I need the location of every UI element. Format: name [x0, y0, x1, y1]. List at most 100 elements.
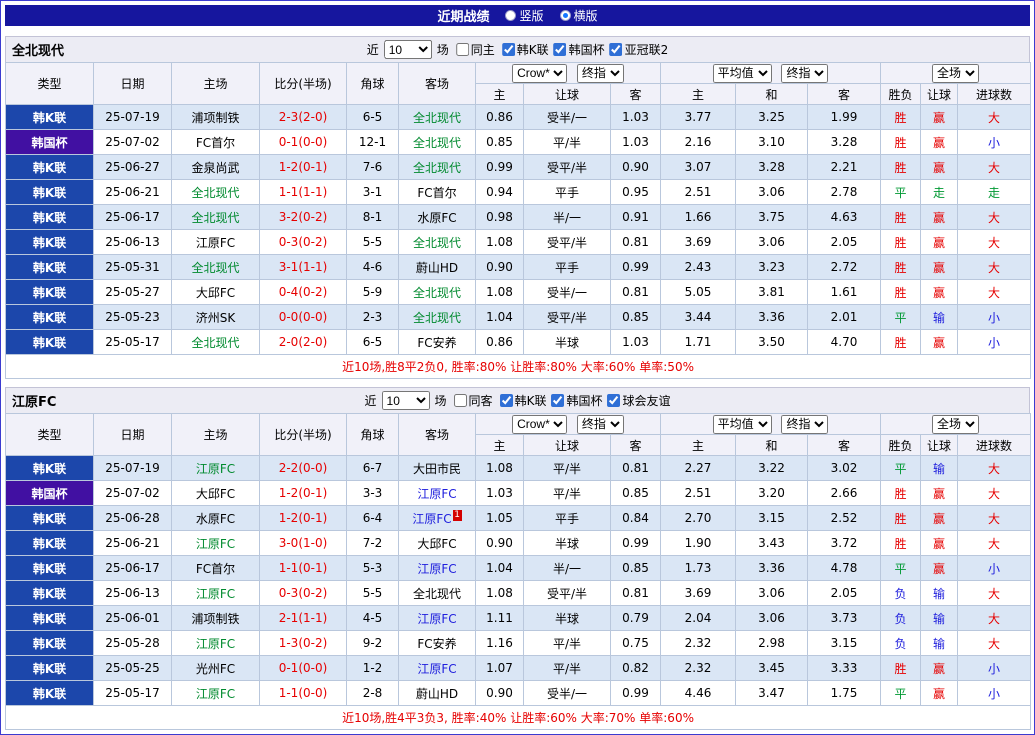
- goals-result-cell: 大: [958, 230, 1031, 255]
- europe-draw-cell: 3.43: [736, 531, 808, 556]
- team-name: 全北现代: [191, 186, 239, 200]
- europe-draw-cell: 3.20: [736, 481, 808, 506]
- league-checkbox-input[interactable]: [607, 394, 620, 407]
- away-team-cell: FC安养: [399, 631, 476, 656]
- league-filter-checkbox[interactable]: 韩国杯: [551, 392, 602, 409]
- away-team-cell: 江原FC: [399, 606, 476, 631]
- away-team-cell: 全北现代: [399, 305, 476, 330]
- same-venue-checkbox-input[interactable]: [456, 43, 469, 56]
- handicap-result-cell: 赢: [921, 255, 958, 280]
- games-count-select[interactable]: 10: [384, 40, 432, 59]
- league-filter-checkbox[interactable]: 亚冠联2: [610, 41, 669, 58]
- col-away: 客场: [399, 414, 476, 456]
- europe-home-cell: 1.66: [661, 205, 736, 230]
- europe-company-select[interactable]: 平均值: [713, 415, 772, 434]
- europe-away-cell: 2.21: [808, 155, 881, 180]
- home-team-cell: 江原FC: [172, 681, 260, 706]
- col-eu-draw: 和: [736, 435, 808, 456]
- odds-company-select[interactable]: Crow*: [512, 64, 567, 83]
- col-home: 主场: [172, 414, 260, 456]
- match-row: 韩K联25-06-21全北现代1-1(1-1)3-1FC首尔0.94平手0.95…: [6, 180, 1031, 205]
- handicap-cell: 受半/一: [524, 105, 611, 130]
- league-checkbox-input[interactable]: [502, 43, 515, 56]
- home-team-cell: 全北现代: [172, 255, 260, 280]
- match-row: 韩K联25-05-31全北现代3-1(1-1)4-6蔚山HD0.90平手0.99…: [6, 255, 1031, 280]
- handicap-cell: 受平/半: [524, 155, 611, 180]
- same-venue-checkbox[interactable]: 同主: [456, 41, 495, 58]
- asian-away-odds-cell: 0.84: [611, 506, 661, 531]
- same-venue-checkbox[interactable]: 同客: [454, 392, 493, 409]
- league-checkbox-input[interactable]: [610, 43, 623, 56]
- match-row: 韩K联25-05-28江原FC1-3(0-2)9-2FC安养1.16平/半0.7…: [6, 631, 1031, 656]
- col-odds-away: 客: [611, 84, 661, 105]
- league-filter-checkbox[interactable]: 韩K联: [500, 392, 547, 409]
- league-type-cell: 韩K联: [6, 155, 94, 180]
- league-label: 韩K联: [515, 392, 547, 409]
- games-suffix-label: 场: [437, 41, 449, 58]
- league-checkbox-input[interactable]: [554, 43, 567, 56]
- league-checkbox-input[interactable]: [551, 394, 564, 407]
- handicap-cell: 半球: [524, 531, 611, 556]
- corner-cell: 7-6: [347, 155, 399, 180]
- wdl-cell: 胜: [881, 280, 921, 305]
- goals-result-cell: 大: [958, 606, 1031, 631]
- corner-cell: 2-3: [347, 305, 399, 330]
- handicap-result-cell: 赢: [921, 556, 958, 581]
- home-team-cell: FC首尔: [172, 556, 260, 581]
- league-type-cell: 韩K联: [6, 230, 94, 255]
- corner-cell: 5-3: [347, 556, 399, 581]
- handicap-result-cell: 赢: [921, 656, 958, 681]
- wdl-cell: 胜: [881, 105, 921, 130]
- league-label: 韩国杯: [566, 392, 602, 409]
- league-checkbox-input[interactable]: [500, 394, 513, 407]
- date-cell: 25-06-28: [94, 506, 172, 531]
- europe-company-select[interactable]: 平均值: [713, 64, 772, 83]
- odds-index-select[interactable]: 终指: [577, 64, 624, 83]
- league-filter-checkbox[interactable]: 韩国杯: [554, 41, 605, 58]
- result-scope-select[interactable]: 全场: [932, 64, 979, 83]
- section-header: 全北现代 近 10 场 同主 韩K联韩国杯亚冠联2: [5, 36, 1030, 62]
- europe-home-cell: 2.32: [661, 656, 736, 681]
- corner-cell: 6-5: [347, 330, 399, 355]
- col-odds-handicap: 让球: [524, 84, 611, 105]
- home-team-cell: 光州FC: [172, 656, 260, 681]
- league-filter-checkbox[interactable]: 球会友谊: [607, 392, 670, 409]
- goals-result-cell: 大: [958, 581, 1031, 606]
- match-row: 韩K联25-06-21江原FC3-0(1-0)7-2大邱FC0.90半球0.99…: [6, 531, 1031, 556]
- europe-index-select[interactable]: 终指: [781, 415, 828, 434]
- result-scope-select[interactable]: 全场: [932, 415, 979, 434]
- date-cell: 25-06-13: [94, 230, 172, 255]
- score-cell: 3-2(0-2): [260, 205, 347, 230]
- header-group-row: 类型 日期 主场 比分(半场) 角球 客场 Crow* 终指 平均值 终指: [6, 63, 1031, 84]
- col-eu-away: 客: [808, 84, 881, 105]
- corner-cell: 6-4: [347, 506, 399, 531]
- asian-home-odds-cell: 1.11: [476, 606, 524, 631]
- handicap-cell: 平/半: [524, 656, 611, 681]
- radio-unselected-icon: [505, 10, 516, 21]
- europe-away-cell: 2.01: [808, 305, 881, 330]
- odds-index-select[interactable]: 终指: [577, 415, 624, 434]
- asian-away-odds-cell: 0.81: [611, 230, 661, 255]
- handicap-cell: 受平/半: [524, 230, 611, 255]
- same-venue-checkbox-input[interactable]: [454, 394, 467, 407]
- europe-index-select[interactable]: 终指: [781, 64, 828, 83]
- league-type-cell: 韩K联: [6, 255, 94, 280]
- games-count-select[interactable]: 10: [382, 391, 430, 410]
- europe-home-cell: 2.32: [661, 631, 736, 656]
- score-cell: 0-1(0-0): [260, 130, 347, 155]
- league-type-cell: 韩K联: [6, 506, 94, 531]
- view-vertical-radio[interactable]: 竖版: [505, 7, 543, 24]
- wdl-cell: 胜: [881, 506, 921, 531]
- europe-away-cell: 1.61: [808, 280, 881, 305]
- asian-away-odds-cell: 0.81: [611, 581, 661, 606]
- away-team-cell: 全北现代: [399, 280, 476, 305]
- view-horizontal-radio[interactable]: 横版: [560, 7, 598, 24]
- near-label: 近: [367, 41, 379, 58]
- col-eu-home: 主: [661, 84, 736, 105]
- odds-company-select[interactable]: Crow*: [512, 415, 567, 434]
- league-filter-checkbox[interactable]: 韩K联: [502, 41, 549, 58]
- team-name: 大邱FC: [417, 537, 456, 551]
- europe-draw-cell: 3.36: [736, 305, 808, 330]
- corner-cell: 9-2: [347, 631, 399, 656]
- away-team-cell: 大邱FC: [399, 531, 476, 556]
